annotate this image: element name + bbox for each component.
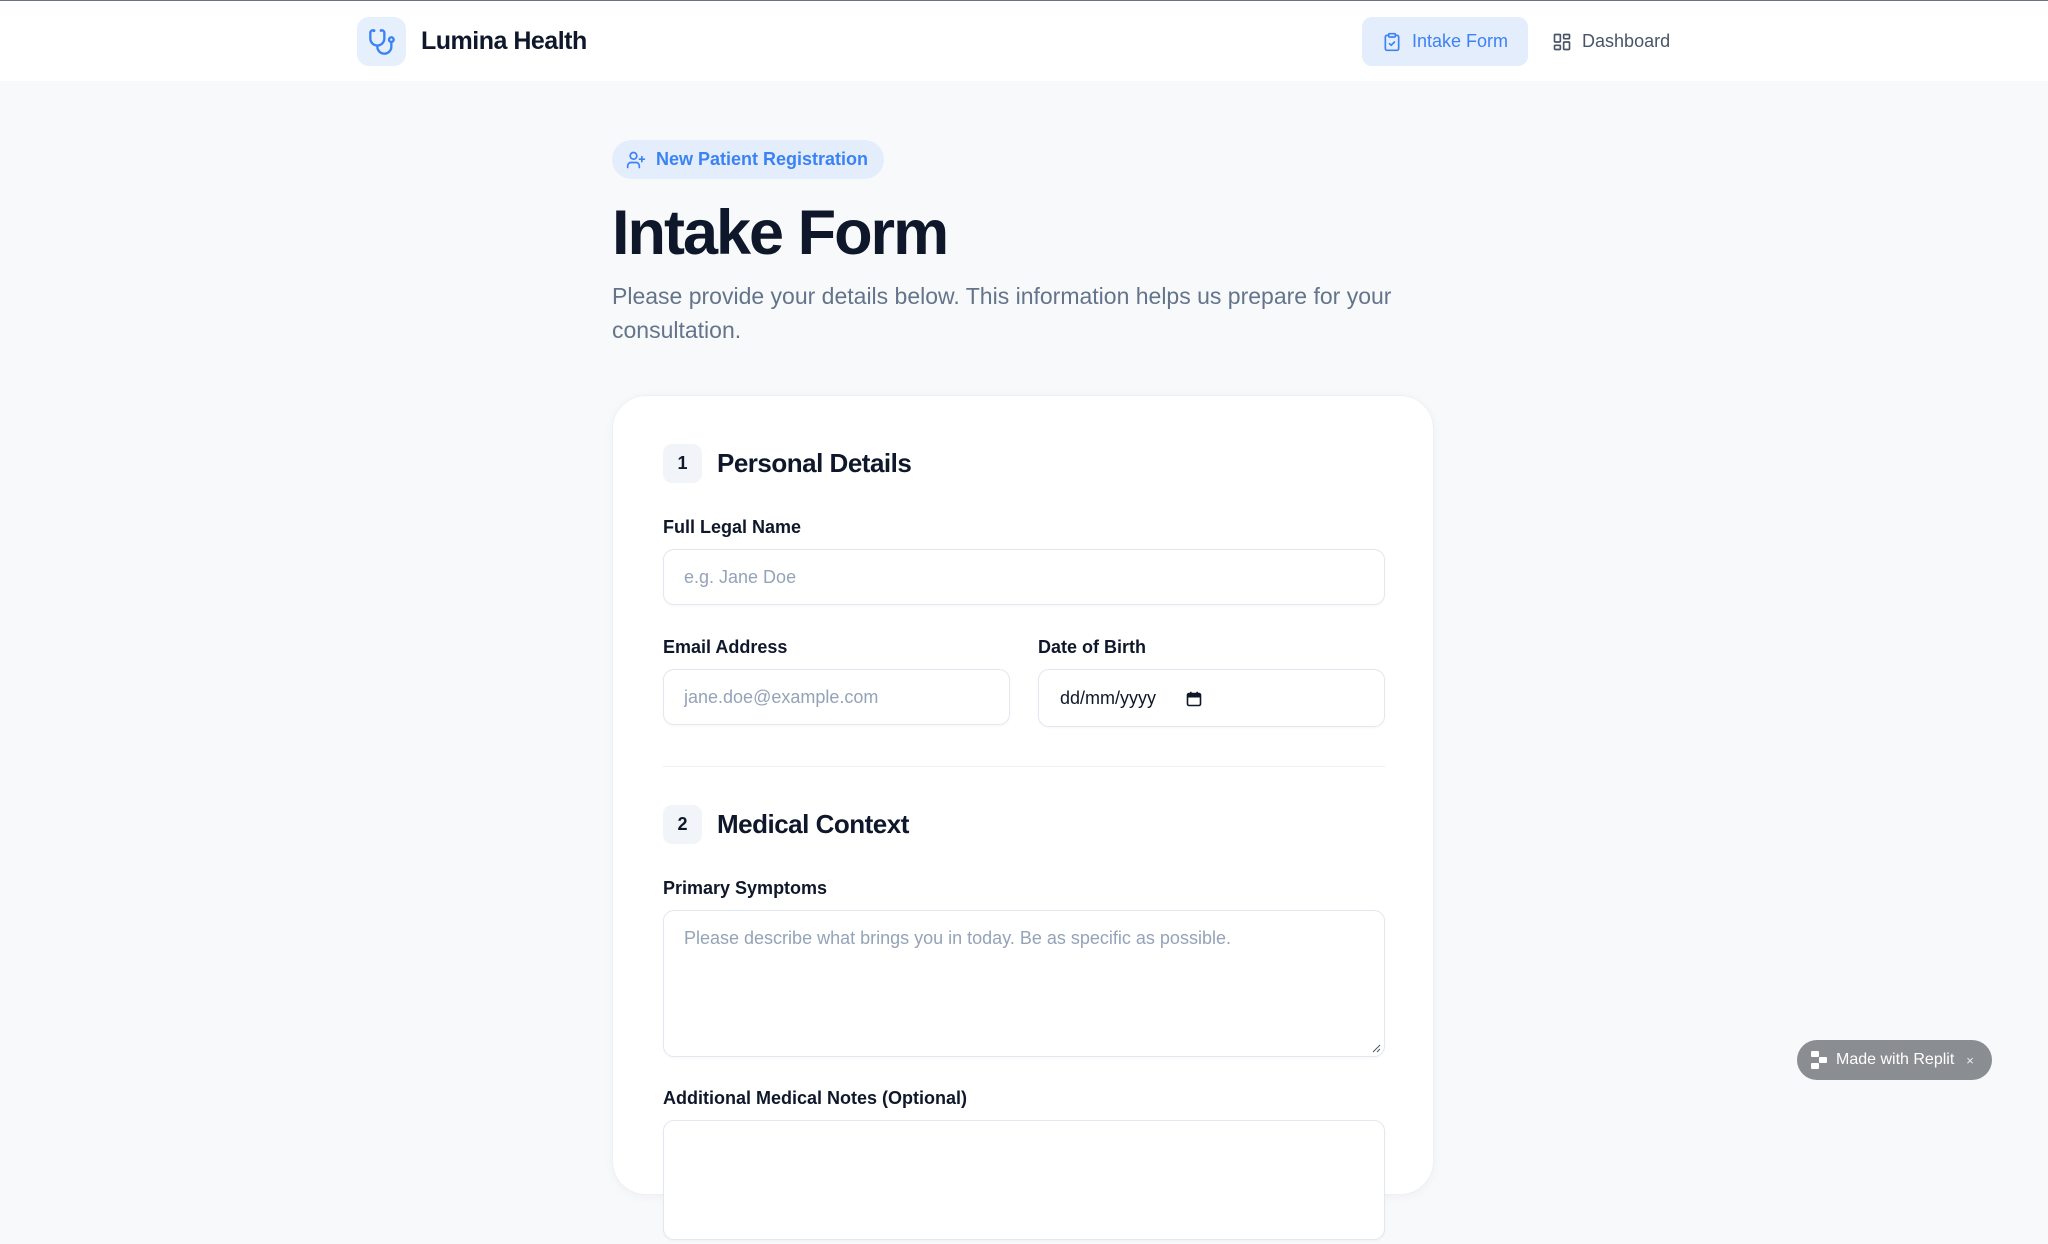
notes-field[interactable] xyxy=(663,1120,1385,1240)
nav-intake-form[interactable]: Intake Form xyxy=(1362,17,1529,66)
notes-textarea[interactable] xyxy=(664,1121,1384,1239)
section-medical-context: 2 Medical Context xyxy=(663,805,909,844)
full-name-label: Full Legal Name xyxy=(663,517,802,537)
stethoscope-icon xyxy=(357,17,406,66)
nav-label: Intake Form xyxy=(1412,31,1509,51)
email-label: Email Address xyxy=(663,637,788,657)
intake-form-card: 1 Personal Details Full Legal Name Email… xyxy=(612,395,1434,1240)
nav-label: Dashboard xyxy=(1582,31,1671,51)
full-name-input[interactable] xyxy=(664,550,1384,604)
page-description: Please provide your details below. This … xyxy=(612,283,1392,343)
registration-badge: New Patient Registration xyxy=(612,140,885,179)
section-title: Medical Context xyxy=(717,809,909,839)
symptoms-field[interactable] xyxy=(663,910,1385,1057)
step-number: 1 xyxy=(663,444,702,483)
email-field[interactable] xyxy=(663,669,1010,725)
layout-grid-icon xyxy=(1553,33,1571,50)
top-navbar: Lumina Health Intake Form Dashboard xyxy=(0,0,2048,81)
close-icon[interactable]: × xyxy=(1966,1053,1974,1068)
replit-logo-icon xyxy=(1811,1051,1827,1069)
user-plus-icon xyxy=(626,151,646,168)
email-input[interactable] xyxy=(664,670,1009,724)
calendar-icon[interactable] xyxy=(1186,691,1202,707)
main-nav: Intake Form Dashboard xyxy=(1362,17,1690,66)
section-divider xyxy=(663,766,1385,767)
replit-badge-label: Made with Replit xyxy=(1836,1051,1955,1068)
symptoms-textarea[interactable] xyxy=(664,911,1384,1056)
step-number: 2 xyxy=(663,805,702,844)
resize-handle-icon[interactable] xyxy=(1371,1043,1381,1053)
page-title: Intake Form xyxy=(612,198,949,268)
full-name-field[interactable] xyxy=(663,549,1385,605)
brand-name: Lumina Health xyxy=(421,27,587,55)
section-title: Personal Details xyxy=(717,448,912,478)
badge-label: New Patient Registration xyxy=(656,149,869,169)
brand[interactable]: Lumina Health xyxy=(357,17,587,66)
nav-dashboard[interactable]: Dashboard xyxy=(1532,17,1690,66)
symptoms-label: Primary Symptoms xyxy=(663,878,828,898)
clipboard-icon xyxy=(1384,32,1400,51)
dob-placeholder: dd/mm/yyyy xyxy=(1060,688,1157,708)
notes-label: Additional Medical Notes (Optional) xyxy=(663,1088,968,1108)
made-with-replit-badge[interactable]: Made with Replit × xyxy=(1797,1040,1992,1080)
dob-label: Date of Birth xyxy=(1038,637,1146,657)
section-personal-details: 1 Personal Details xyxy=(663,444,912,483)
dob-field[interactable]: dd/mm/yyyy xyxy=(1038,669,1385,727)
intro: New Patient Registration Intake Form Ple… xyxy=(612,140,1434,347)
dob-input[interactable]: dd/mm/yyyy xyxy=(1060,688,1202,709)
